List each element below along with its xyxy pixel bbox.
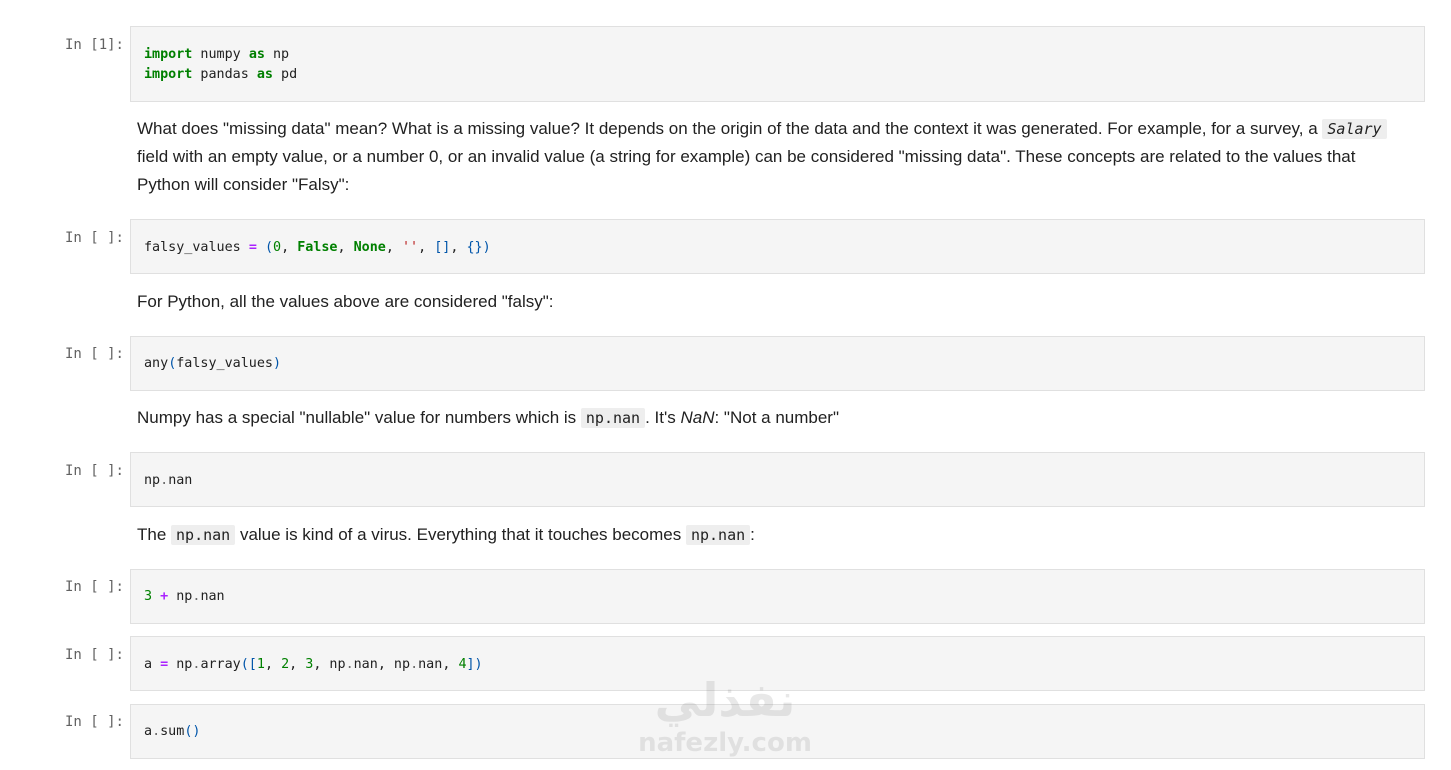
code-token: , xyxy=(289,657,306,672)
code-cell-2[interactable]: falsy_values = (0, False, None, '', [], … xyxy=(130,219,1425,274)
code-token: as xyxy=(248,47,265,62)
markdown-text: The xyxy=(137,525,172,544)
code-token: import xyxy=(144,47,193,62)
code-token: . xyxy=(345,657,354,672)
code-token: 4 xyxy=(458,657,467,672)
code-token: None xyxy=(353,240,386,255)
code-token: [] xyxy=(434,240,451,255)
code-token: ) xyxy=(273,356,282,371)
code-editor[interactable]: np.nan xyxy=(144,471,192,491)
code-token: , np xyxy=(377,657,411,672)
code-token: np xyxy=(264,47,290,62)
code-token: ([ xyxy=(240,657,257,672)
code-token: import xyxy=(144,67,193,82)
code-editor[interactable]: falsy_values = (0, False, None, '', [], … xyxy=(144,238,491,258)
code-token: np xyxy=(168,589,193,604)
code-token: + xyxy=(160,589,169,604)
cell-prompt: In [ ]: xyxy=(64,230,124,246)
cell-prompt: In [ ]: xyxy=(64,346,124,362)
code-token: . xyxy=(160,473,169,488)
markdown-text: : "Not a number" xyxy=(714,408,839,427)
inline-code: Salary xyxy=(1322,119,1387,139)
cell-prompt: In [ ]: xyxy=(64,714,124,730)
cell-prompt: In [1]: xyxy=(64,37,124,53)
markdown-text: field with an empty value, or a number 0… xyxy=(137,147,1356,194)
code-token: '' xyxy=(402,240,419,255)
code-cell-3[interactable]: any(falsy_values) xyxy=(130,336,1425,391)
markdown-emphasis: NaN xyxy=(680,408,715,427)
code-token: nan xyxy=(418,657,443,672)
code-token: . xyxy=(410,657,419,672)
code-token: 0 xyxy=(273,240,282,255)
code-cell-4[interactable]: np.nan xyxy=(130,452,1425,507)
code-editor[interactable]: a.sum() xyxy=(144,722,200,742)
code-token: , xyxy=(442,657,459,672)
code-token: pandas xyxy=(192,67,257,82)
markdown-paragraph: What does "missing data" mean? What is a… xyxy=(137,115,1397,199)
code-token: ( xyxy=(264,240,273,255)
cell-prompt: In [ ]: xyxy=(64,463,124,479)
code-cell-6[interactable]: a = np.array([1, 2, 3, np.nan, np.nan, 4… xyxy=(130,636,1425,691)
code-token: False xyxy=(297,240,338,255)
code-editor[interactable]: 3 + np.nan xyxy=(144,587,225,607)
markdown-paragraph: The np.nan value is kind of a virus. Eve… xyxy=(137,521,1397,549)
code-token: array xyxy=(200,657,241,672)
code-token: as xyxy=(256,67,273,82)
code-token: falsy_values xyxy=(144,240,249,255)
code-token: = xyxy=(160,657,169,672)
code-token: ) xyxy=(482,240,491,255)
code-editor[interactable]: any(falsy_values) xyxy=(144,354,281,374)
markdown-text: . It's xyxy=(645,408,681,427)
markdown-text: What does "missing data" mean? What is a… xyxy=(137,119,1323,138)
code-token: , xyxy=(450,240,467,255)
code-token: any xyxy=(144,356,169,371)
markdown-text: value is kind of a virus. Everything tha… xyxy=(235,525,686,544)
code-cell-7[interactable]: a.sum() xyxy=(130,704,1425,759)
code-token: nan xyxy=(353,657,378,672)
code-cell-1[interactable]: import numpy as np import pandas as pd xyxy=(130,26,1425,102)
markdown-paragraph: Numpy has a special "nullable" value for… xyxy=(137,404,1397,432)
code-editor[interactable]: import numpy as np import pandas as pd xyxy=(144,45,297,85)
code-token: a xyxy=(144,724,153,739)
code-token: {} xyxy=(466,240,483,255)
code-token: , xyxy=(337,240,354,255)
code-token: () xyxy=(184,724,201,739)
code-token: pd xyxy=(273,67,298,82)
code-token: nan xyxy=(168,473,193,488)
code-editor[interactable]: a = np.array([1, 2, 3, np.nan, np.nan, 4… xyxy=(144,655,483,675)
inline-code: np.nan xyxy=(171,525,236,545)
code-token: nan xyxy=(200,589,225,604)
cell-prompt: In [ ]: xyxy=(64,647,124,663)
code-token: . xyxy=(152,724,161,739)
code-token: ]) xyxy=(466,657,483,672)
markdown-cell-1: What does "missing data" mean? What is a… xyxy=(137,115,1397,199)
markdown-paragraph: For Python, all the values above are con… xyxy=(137,292,554,311)
code-token: , xyxy=(418,240,435,255)
code-token: sum xyxy=(160,724,185,739)
code-token: , np xyxy=(313,657,346,672)
code-token: 3 xyxy=(144,589,153,604)
markdown-cell-3: Numpy has a special "nullable" value for… xyxy=(137,404,1397,432)
inline-code: np.nan xyxy=(685,525,751,545)
code-token: 1 xyxy=(256,657,265,672)
markdown-text: : xyxy=(750,525,755,544)
code-token: numpy xyxy=(192,47,249,62)
code-token: , xyxy=(281,240,298,255)
inline-code: np.nan xyxy=(580,408,646,428)
code-token: , xyxy=(385,240,402,255)
code-token: np xyxy=(144,473,161,488)
markdown-cell-2: For Python, all the values above are con… xyxy=(137,288,1397,316)
code-token: 2 xyxy=(281,657,290,672)
cell-prompt: In [ ]: xyxy=(64,579,124,595)
code-token: a xyxy=(144,657,161,672)
code-token: = xyxy=(248,240,257,255)
markdown-text: Numpy has a special "nullable" value for… xyxy=(137,408,581,427)
code-token: , xyxy=(264,657,282,672)
code-cell-5[interactable]: 3 + np.nan xyxy=(130,569,1425,624)
markdown-cell-4: The np.nan value is kind of a virus. Eve… xyxy=(137,521,1397,549)
code-token: falsy_values xyxy=(176,356,273,371)
code-token: np xyxy=(168,657,193,672)
